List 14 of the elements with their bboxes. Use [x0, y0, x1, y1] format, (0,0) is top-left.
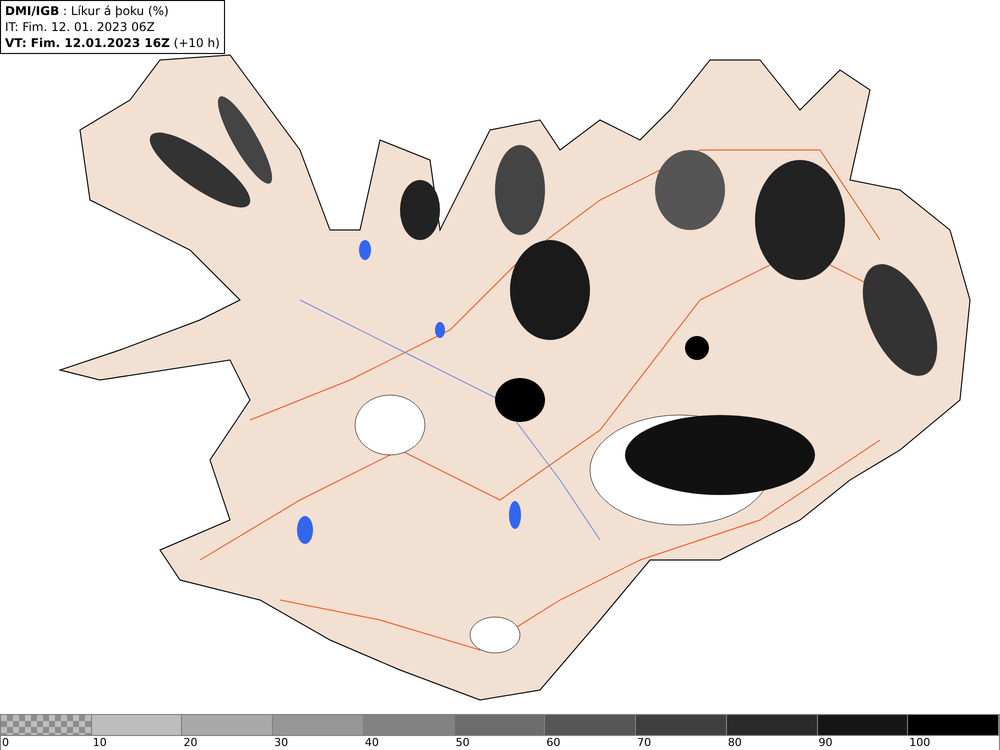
legend-text: VT: Fim. 12.01.2023 16Z (+10 h)	[5, 35, 220, 51]
scale-label: 40	[364, 735, 455, 750]
scale-label: 80	[726, 735, 818, 750]
scale-label: 0	[1, 735, 92, 750]
scale-label: 50	[454, 735, 546, 750]
legend-text: IT: Fim. 12. 01. 2023 06Z	[5, 19, 156, 35]
scale-label: 70	[636, 735, 727, 750]
scale-label: 20	[182, 735, 274, 750]
scale-label: 90	[818, 735, 908, 750]
scale-label: 60	[545, 735, 636, 750]
scale-label: 10	[92, 735, 182, 750]
scale-label: 30	[273, 735, 364, 750]
legend-text: DMI/IGB : Líkur á þoku (%)	[5, 3, 170, 19]
scale-label: 100	[908, 735, 999, 750]
